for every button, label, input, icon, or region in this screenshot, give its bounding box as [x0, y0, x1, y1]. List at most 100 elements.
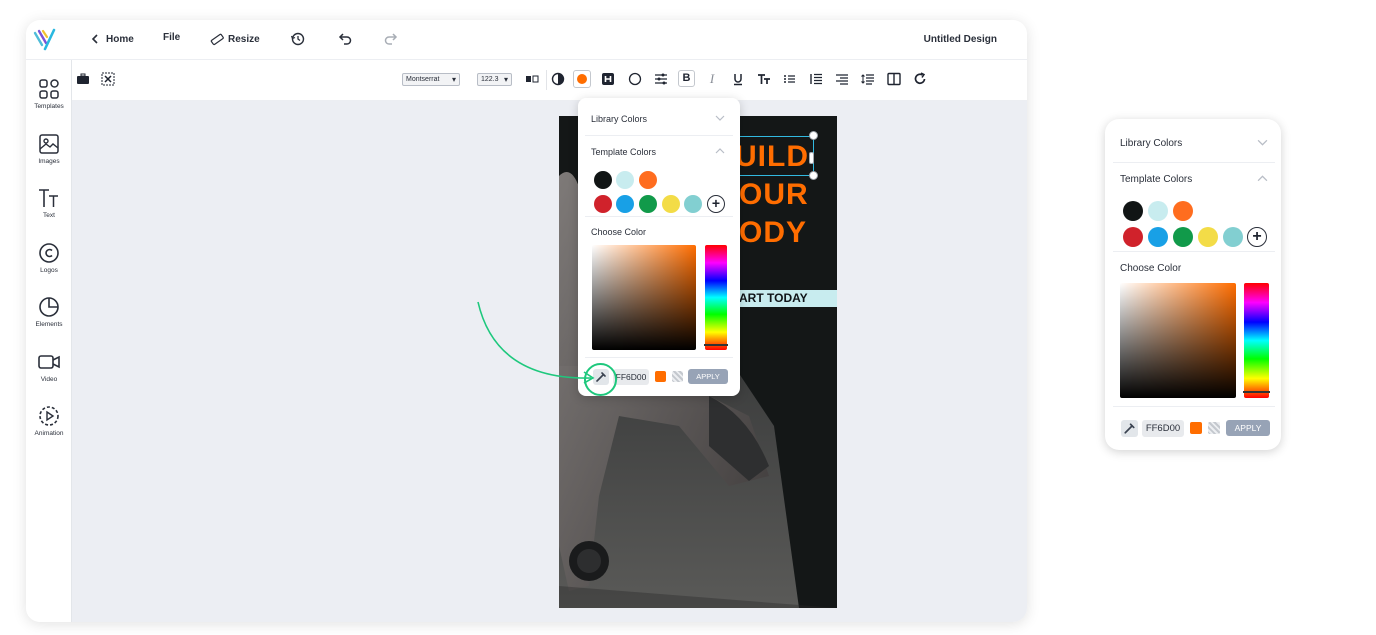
hue-slider-handle[interactable] — [704, 344, 728, 346]
bold-button[interactable]: B — [678, 70, 695, 87]
sidebar-item-video[interactable]: Video — [26, 350, 72, 383]
swatch-red[interactable] — [1123, 227, 1143, 247]
swatch-red[interactable] — [594, 195, 612, 213]
ruler-icon — [210, 33, 224, 46]
text-color-button[interactable] — [573, 70, 591, 88]
circle-icon[interactable] — [628, 72, 642, 86]
choose-color-label: Choose Color — [591, 227, 647, 237]
eyedropper-button[interactable] — [1121, 420, 1138, 437]
selected-color-preview — [1190, 422, 1202, 434]
annotation-circle — [584, 363, 617, 396]
line-height-icon[interactable] — [861, 72, 875, 86]
underline-icon[interactable] — [731, 72, 745, 86]
columns-icon[interactable] — [887, 72, 901, 86]
add-color-button[interactable]: + — [1247, 227, 1267, 247]
font-size-select[interactable]: 122.3 — [477, 73, 512, 86]
video-icon — [38, 355, 60, 369]
numbered-list-icon[interactable] — [809, 72, 823, 86]
selected-color-preview — [655, 371, 666, 382]
chevron-up-icon[interactable] — [715, 146, 725, 156]
swatch-teal[interactable] — [684, 195, 702, 213]
transparent-swatch[interactable] — [672, 371, 683, 382]
hue-slider[interactable] — [705, 245, 727, 350]
swatch-green[interactable] — [1173, 227, 1193, 247]
contrast-icon[interactable] — [551, 72, 565, 86]
sidebar-label-animation: Animation — [34, 430, 64, 437]
file-label: File — [163, 32, 181, 43]
headline-line-3[interactable]: ODY — [739, 216, 807, 250]
document-title[interactable]: Untitled Design — [924, 34, 997, 45]
resize-label: Resize — [228, 33, 260, 45]
briefcase-icon[interactable] — [76, 72, 90, 86]
sidebar-item-templates[interactable]: Templates — [26, 77, 72, 110]
library-colors-label[interactable]: Library Colors — [591, 114, 647, 124]
align-right-icon[interactable] — [835, 72, 849, 86]
chevron-down-icon[interactable] — [715, 113, 725, 123]
apply-button[interactable]: APPLY — [688, 369, 728, 384]
headline-line-2[interactable]: OUR — [739, 178, 809, 212]
template-colors-label[interactable]: Template Colors — [591, 147, 656, 157]
deselect-icon[interactable] — [101, 72, 115, 86]
swatch-orange[interactable] — [639, 171, 657, 189]
hex-input[interactable]: FF6D00 — [1142, 420, 1184, 437]
sidebar-item-text[interactable]: Text — [26, 186, 72, 219]
adjust-icon[interactable] — [654, 72, 668, 86]
transparent-swatch[interactable] — [1208, 422, 1220, 434]
file-menu[interactable]: File — [163, 32, 180, 43]
template-colors-label[interactable]: Template Colors — [1120, 174, 1192, 185]
home-button[interactable]: Home — [88, 32, 134, 46]
redo-icon[interactable] — [383, 31, 399, 47]
animation-icon — [39, 406, 59, 426]
italic-button[interactable]: I — [705, 72, 719, 86]
sidebar-label-images: Images — [38, 158, 60, 165]
swatch-yellow[interactable] — [1198, 227, 1218, 247]
sidebar-label-logos: Logos — [40, 267, 58, 274]
undo-icon[interactable] — [337, 31, 353, 47]
swatch-teal[interactable] — [1223, 227, 1243, 247]
bullet-list-icon[interactable] — [783, 72, 797, 86]
font-family-select[interactable]: Montserrat — [402, 73, 460, 86]
apply-button[interactable]: APPLY — [1226, 420, 1270, 436]
sidebar-label-templates: Templates — [34, 103, 64, 110]
swatch-orange[interactable] — [1173, 201, 1193, 221]
color-spectrum-area[interactable] — [1120, 283, 1236, 398]
swatch-black[interactable] — [594, 171, 612, 189]
highlight-icon[interactable] — [601, 72, 615, 86]
library-colors-label[interactable]: Library Colors — [1120, 138, 1182, 149]
resize-handle-top-right[interactable] — [809, 131, 818, 140]
chevron-up-icon[interactable] — [1257, 173, 1268, 184]
history-icon[interactable] — [290, 31, 306, 47]
popup-divider — [1113, 406, 1275, 407]
swatch-green[interactable] — [639, 195, 657, 213]
choose-color-label: Choose Color — [1120, 263, 1182, 274]
hue-slider[interactable] — [1244, 283, 1269, 398]
chevron-left-icon — [91, 34, 98, 44]
swatch-yellow[interactable] — [662, 195, 680, 213]
text-case-icon[interactable] — [757, 72, 771, 86]
sidebar-item-images[interactable]: Images — [26, 132, 72, 165]
sidebar-item-animation[interactable]: Animation — [26, 404, 72, 437]
spacing-icon[interactable] — [525, 72, 539, 86]
resize-button[interactable]: Resize — [210, 32, 260, 46]
swatch-black[interactable] — [1123, 201, 1143, 221]
resize-handle-bottom-right[interactable] — [809, 171, 818, 180]
current-color-swatch — [577, 74, 587, 84]
swatch-blue[interactable] — [616, 195, 634, 213]
popup-divider — [585, 216, 733, 217]
editor-window: Home File Resize Untitled Design Templat… — [26, 20, 1027, 622]
hue-slider-handle[interactable] — [1243, 391, 1270, 393]
chevron-down-icon[interactable] — [1257, 137, 1268, 148]
resize-handle-right[interactable] — [809, 152, 814, 164]
top-bar: Home File Resize Untitled Design — [26, 20, 1027, 60]
swatch-light-cyan[interactable] — [1148, 201, 1168, 221]
sidebar-item-logos[interactable]: Logos — [26, 241, 72, 274]
sidebar-item-elements[interactable]: Elements — [26, 295, 72, 328]
refresh-icon[interactable] — [913, 72, 927, 86]
app-logo[interactable] — [33, 27, 57, 51]
home-label: Home — [106, 33, 134, 45]
swatch-light-cyan[interactable] — [616, 171, 634, 189]
images-icon — [39, 134, 59, 154]
format-toolbar: Montserrat 122.3 B I — [72, 60, 1027, 101]
add-color-button[interactable]: + — [707, 195, 725, 213]
swatch-blue[interactable] — [1148, 227, 1168, 247]
